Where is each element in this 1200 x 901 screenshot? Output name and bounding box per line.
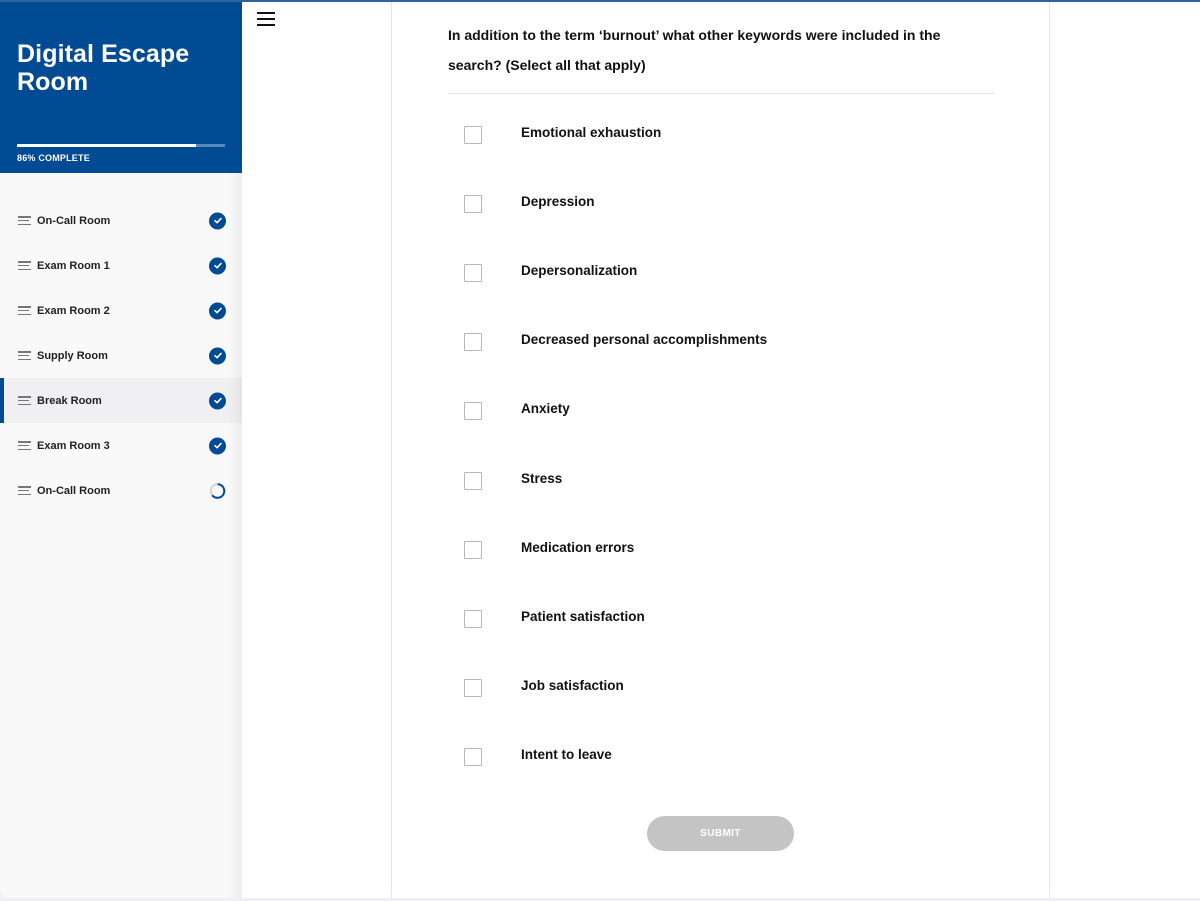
lines-icon — [18, 216, 31, 225]
check-circle-icon — [209, 212, 226, 229]
option-intent-to-leave[interactable]: Intent to leave — [464, 723, 984, 792]
option-job-satisfaction[interactable]: Job satisfaction — [464, 654, 984, 723]
check-circle-icon — [209, 302, 226, 319]
option-label: Medication errors — [521, 539, 635, 555]
option-depression[interactable]: Depression — [464, 169, 984, 238]
submit-button[interactable]: SUBMIT — [647, 816, 794, 851]
progress-bar-fill — [17, 144, 196, 147]
sidebar-item-break-room[interactable]: Break Room — [0, 378, 242, 423]
check-circle-icon — [209, 392, 226, 409]
lines-icon — [18, 486, 31, 495]
check-circle-icon — [209, 347, 226, 364]
option-label: Job satisfaction — [521, 678, 624, 694]
progress-bar — [17, 144, 225, 147]
progress-spinner-icon — [209, 482, 226, 499]
checkbox[interactable] — [464, 609, 482, 628]
sidebar-item-label: Break Room — [37, 394, 102, 407]
lines-icon — [18, 261, 31, 270]
checkbox[interactable] — [464, 748, 482, 767]
question-card: In addition to the term ‘burnout’ what o… — [391, 2, 1050, 898]
option-depersonalization[interactable]: Depersonalization — [464, 238, 984, 307]
option-decreased-personal-accomplishments[interactable]: Decreased personal accomplishments — [464, 308, 984, 377]
sidebar-header: Digital Escape Room 86% COMPLETE — [0, 0, 242, 173]
app-root: Digital Escape Room 86% COMPLETE On-Call… — [0, 0, 1200, 901]
checkbox[interactable] — [464, 402, 482, 421]
sidebar-item-exam-room-3[interactable]: Exam Room 3 — [0, 423, 242, 468]
option-label: Anxiety — [521, 401, 570, 417]
sidebar-item-label: Supply Room — [37, 349, 108, 362]
checkbox[interactable] — [464, 333, 482, 352]
sidebar: Digital Escape Room 86% COMPLETE On-Call… — [0, 0, 242, 898]
sidebar-nav: On-Call Room Exam Room 1 Exam Room 2 Sup… — [0, 173, 242, 513]
option-label: Decreased personal accomplishments — [521, 332, 768, 348]
checkbox[interactable] — [464, 471, 482, 490]
option-label: Intent to leave — [521, 747, 612, 763]
checkbox[interactable] — [464, 125, 482, 144]
top-accent-line — [0, 0, 1200, 2]
lines-icon — [18, 396, 31, 405]
sidebar-item-label: Exam Room 3 — [37, 439, 110, 452]
option-label: Depression — [521, 193, 595, 209]
question-divider — [448, 93, 995, 94]
option-label: Patient satisfaction — [521, 608, 645, 624]
option-label: Stress — [521, 470, 563, 486]
sidebar-item-exam-room-2[interactable]: Exam Room 2 — [0, 288, 242, 333]
sidebar-item-on-call-room[interactable]: On-Call Room — [0, 468, 242, 513]
sidebar-item-label: Exam Room 1 — [37, 259, 110, 272]
checkbox[interactable] — [464, 679, 482, 698]
checkbox[interactable] — [464, 540, 482, 559]
sidebar-item-exam-room-1[interactable]: Exam Room 1 — [0, 243, 242, 288]
sidebar-item-supply-room[interactable]: Supply Room — [0, 333, 242, 378]
check-circle-icon — [209, 257, 226, 274]
sidebar-item-label: Exam Room 2 — [37, 304, 110, 317]
option-emotional-exhaustion[interactable]: Emotional exhaustion — [464, 100, 984, 169]
option-medication-errors[interactable]: Medication errors — [464, 515, 984, 584]
option-anxiety[interactable]: Anxiety — [464, 377, 984, 446]
options-list: Emotional exhaustion Depression Deperson… — [464, 100, 984, 792]
sidebar-item-label: On-Call Room — [37, 484, 111, 497]
main-content: In addition to the term ‘burnout’ what o… — [242, 2, 1200, 898]
check-circle-icon — [209, 437, 226, 454]
hamburger-menu-icon[interactable] — [257, 12, 275, 26]
lines-icon — [18, 441, 31, 450]
sidebar-item-label: On-Call Room — [37, 214, 111, 227]
option-stress[interactable]: Stress — [464, 446, 984, 515]
lines-icon — [18, 306, 31, 315]
option-label: Emotional exhaustion — [521, 124, 662, 140]
app-title: Digital Escape Room — [17, 40, 190, 96]
sidebar-item-on-call-room[interactable]: On-Call Room — [0, 198, 242, 243]
progress-label: 86% COMPLETE — [17, 153, 90, 163]
lines-icon — [18, 351, 31, 360]
checkbox[interactable] — [464, 194, 482, 213]
checkbox[interactable] — [464, 263, 482, 282]
option-label: Depersonalization — [521, 262, 638, 278]
question-text: In addition to the term ‘burnout’ what o… — [448, 27, 941, 73]
option-patient-satisfaction[interactable]: Patient satisfaction — [464, 584, 984, 653]
